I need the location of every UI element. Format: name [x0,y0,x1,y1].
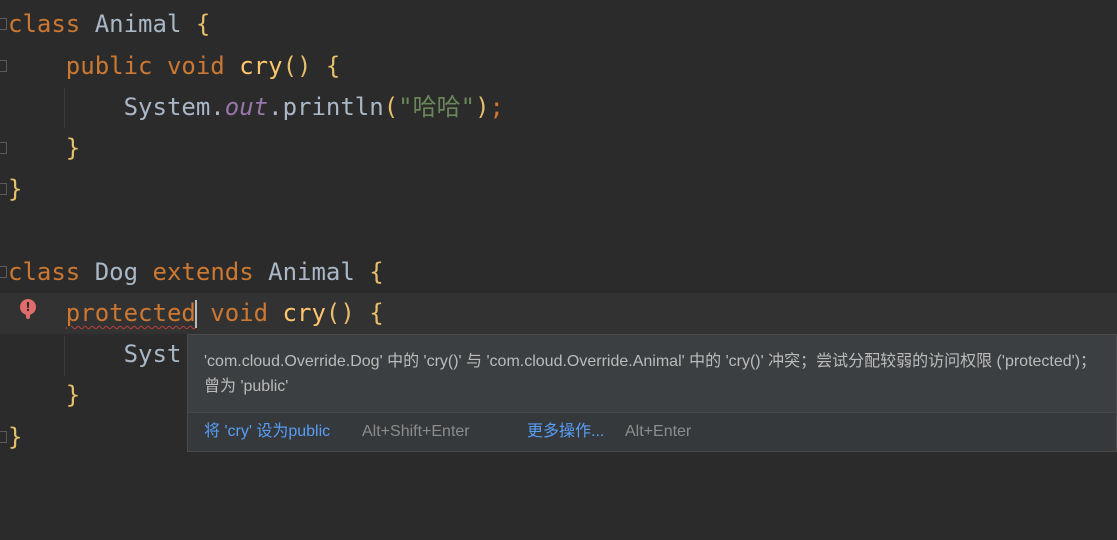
text-caret [194,300,197,328]
keyword-void: void [166,52,225,80]
method-println: println [282,93,384,121]
more-actions-shortcut: Alt+Enter [625,423,692,440]
keyword-protected-error[interactable]: protected [66,299,196,327]
error-message: 'com.cloud.Override.Dog' 中的 'cry()' 与 'c… [204,353,1097,395]
keyword-class: class [8,258,81,286]
paren-close: ) [475,93,490,121]
string-literal: "哈哈" [398,93,476,121]
code-line[interactable]: } [0,128,1117,169]
keyword-void: void [210,299,269,327]
class-name: Animal [94,10,182,38]
more-actions-link[interactable]: 更多操作... [527,413,604,451]
code-line[interactable]: class Dog extends Animal { [0,252,1117,293]
parens: () [282,52,312,80]
popup-action-bar: 将 'cry' 设为public Alt+Shift+Enter 更多操作...… [188,412,1116,451]
semicolon: ; [489,93,504,121]
method-name: cry [239,52,283,80]
code-line[interactable]: public void cry() { [0,46,1117,87]
code-line[interactable]: System.out.println("哈哈"); [0,87,1117,128]
code-line[interactable]: } [0,169,1117,210]
brace: { [195,10,211,38]
static-field-out: out [224,93,269,121]
brace: } [65,381,81,409]
inspection-popup: 'com.cloud.Override.Dog' 中的 'cry()' 与 'c… [187,334,1117,452]
keyword-class: class [8,10,81,38]
dot: . [268,93,283,121]
code-line[interactable]: class Animal { [0,4,1117,45]
method-name: cry [282,299,326,327]
make-public-shortcut: Alt+Shift+Enter [362,423,470,440]
parens: () [325,299,355,327]
brace: { [369,299,384,327]
code-line-current[interactable]: protected void cry() { [0,293,1117,334]
brace: } [8,423,23,451]
dot: . [210,93,225,121]
error-bulb-icon[interactable]: ! [20,299,36,319]
class-name: Dog [94,258,139,286]
brace: { [325,52,341,80]
identifier-system: Syst [123,340,182,368]
brace: } [65,134,81,162]
code-editor[interactable]: class Animal { public void cry() { Syste… [0,0,1117,465]
keyword-extends: extends [152,258,254,286]
make-public-action[interactable]: 将 'cry' 设为public [204,413,330,451]
identifier-system: System [123,93,211,121]
keyword-public: public [65,52,153,80]
brace: } [8,175,23,203]
brace: { [369,258,384,286]
paren-open: ( [383,93,399,121]
parent-class-name: Animal [268,258,355,286]
